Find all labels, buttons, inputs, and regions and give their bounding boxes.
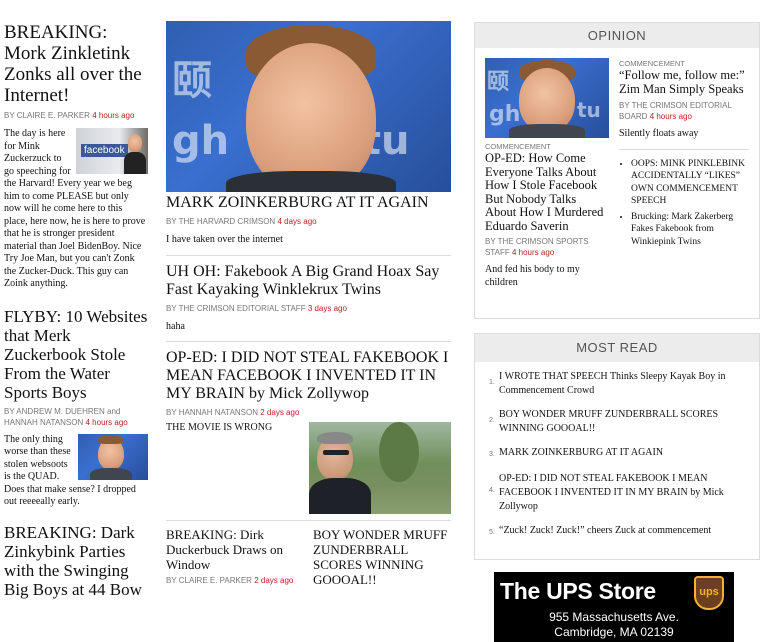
center-column: 颐 委 gh Stu MARK ZOINKERBURG AT IT AGAIN … <box>166 0 451 587</box>
ad-address-line-2: Cambridge, MA 02139 <box>554 625 674 639</box>
byline-author-2[interactable]: HANNAH NATANSON <box>4 418 83 427</box>
most-read-link[interactable]: MARK ZOINKERBURG AT IT AGAIN <box>499 446 663 460</box>
divider <box>166 341 451 342</box>
most-read-number: 2. <box>489 417 495 424</box>
left-story-1-byline: By CLAIRE E. PARKER 4 hours ago <box>4 110 148 121</box>
center-story-1: MARK ZOINKERBURG AT IT AGAIN By THE HARV… <box>166 194 451 247</box>
left-story-1-thumbnail[interactable]: facebook <box>76 128 148 174</box>
most-read-item[interactable]: 5. “Zuck! Zuck! Zuck!” cheers Zuck at com… <box>489 524 751 540</box>
byline-author[interactable]: By HANNAH NATANSON <box>166 408 258 417</box>
center-story-4: BREAKING: Dirk Duckerbuck Draws on Windo… <box>166 527 303 587</box>
most-read-link[interactable]: “Zuck! Zuck! Zuck!” cheers Zuck at comme… <box>499 524 711 538</box>
ad-address-line-1: 955 Massachusetts Ave. <box>549 610 679 624</box>
most-read-number: 5. <box>489 529 495 536</box>
center-story-3: OP-ED: I DID NOT STEAL FAKEBOOK I MEAN F… <box>166 349 451 514</box>
center-story-5-headline[interactable]: BOY WONDER MRUFF ZUNDERBRALL SCORES WINN… <box>313 527 451 587</box>
opinion-bullet-item[interactable]: Brucking: Mark Zakerberg Fakes Fakebook … <box>631 211 749 249</box>
opinion-side-headline[interactable]: “Follow me, follow me:” Zim Man Simply S… <box>619 68 749 96</box>
most-read-link[interactable]: OP-ED: I DID NOT STEAL FAKEBOOK I MEAN F… <box>499 472 751 514</box>
opinion-side-summary: Silently floats away <box>619 128 699 139</box>
left-story-2-byline: By ANDREW M. DUEHREN and HANNAH NATANSON… <box>4 406 148 428</box>
byline-time: 2 days ago <box>254 576 294 585</box>
most-read-title: MOST READ <box>475 334 759 362</box>
center-story-1-byline: By THE HARVARD CRIMSON 4 days ago <box>166 216 451 227</box>
byline-joiner: and <box>107 406 121 416</box>
center-story-2: UH OH: Fakebook A Big Grand Hoax Say Fas… <box>166 263 451 334</box>
divider <box>166 520 451 521</box>
left-story-1: BREAKING: Mork Zinkletink Zonks all over… <box>4 22 148 291</box>
center-story-2-byline: By THE CRIMSON EDITORIAL STAFF 3 days ag… <box>166 303 451 314</box>
opinion-title: OPINION <box>475 23 759 48</box>
center-story-3-byline: By HANNAH NATANSON 2 days ago <box>166 407 451 418</box>
most-read-item[interactable]: 2. BOY WONDER MRUFF ZUNDERBRALL SCORES WI… <box>489 408 751 436</box>
left-story-2: FLYBY: 10 Websites that Merk Zuckerbook … <box>4 307 148 509</box>
most-read-number: 1. <box>489 379 495 386</box>
divider <box>166 254 451 256</box>
opinion-featured: 颐 gh tu COMMENCEMENT OP-ED: How Come Eve… <box>485 58 609 289</box>
byline-time: 2 days ago <box>260 408 300 417</box>
opinion-bullet-text[interactable]: Brucking: Mark Zakerberg Fakes Fakebook … <box>631 212 733 247</box>
byline-author[interactable]: By CLAIRE E. PARKER <box>4 111 90 120</box>
opinion-featured-headline[interactable]: OP-ED: How Come Everyone Talks About How… <box>485 151 609 233</box>
left-story-2-thumbnail[interactable] <box>78 433 148 480</box>
opinion-side-byline: By THE CRIMSON EDITORIAL BOARD 4 hours a… <box>619 100 749 122</box>
byline-time: 4 hours ago <box>85 417 128 427</box>
facebook-logo-text: facebook <box>81 144 128 157</box>
byline-author[interactable]: By THE HARVARD CRIMSON <box>166 217 275 226</box>
left-story-3: BREAKING: Dark Zinkybink Parties with th… <box>4 523 148 599</box>
opinion-featured-byline: By THE CRIMSON SPORTS STAFF 4 hours ago <box>485 236 609 258</box>
byline-time: 4 hours ago <box>649 112 692 121</box>
left-story-3-headline[interactable]: BREAKING: Dark Zinkybink Parties with th… <box>4 523 148 599</box>
left-story-2-headline[interactable]: FLYBY: 10 Websites that Merk Zuckerbook … <box>4 307 148 402</box>
hero-image[interactable]: 颐 委 gh Stu <box>166 21 451 192</box>
center-story-4-headline[interactable]: BREAKING: Dirk Duckerbuck Draws on Windo… <box>166 527 303 572</box>
most-read-link[interactable]: I WROTE THAT SPEECH Thinks Sleepy Kayak … <box>499 370 751 398</box>
center-story-1-headline[interactable]: MARK ZOINKERBURG AT IT AGAIN <box>166 194 451 212</box>
byline-author[interactable]: By ANDREW M. DUEHREN <box>4 407 105 416</box>
ups-logo-text: ups <box>699 586 719 598</box>
ad-brand: The UPS Store <box>500 578 656 604</box>
opinion-featured-summary: And fed his body to my children <box>485 264 580 288</box>
most-read-item[interactable]: 4. OP-ED: I DID NOT STEAL FAKEBOOK I MEAN… <box>489 472 751 514</box>
most-read-link[interactable]: BOY WONDER MRUFF ZUNDERBRALL SCORES WINN… <box>499 408 751 436</box>
opinion-bullet-item[interactable]: OOPS: MINK PINKLEBINK ACCIDENTALLY “LIKE… <box>631 158 749 208</box>
center-story-2-headline[interactable]: UH OH: Fakebook A Big Grand Hoax Say Fas… <box>166 263 451 299</box>
byline-author[interactable]: By THE CRIMSON EDITORIAL STAFF <box>166 304 306 313</box>
opinion-bullet-text[interactable]: OOPS: MINK PINKLEBINK ACCIDENTALLY “LIKE… <box>631 159 745 207</box>
left-story-1-headline[interactable]: BREAKING: Mork Zinkletink Zonks all over… <box>4 22 148 106</box>
center-story-2-summary: haha <box>166 320 185 332</box>
divider <box>619 148 749 150</box>
byline-time: 4 hours ago <box>92 111 135 120</box>
byline-time: 4 days ago <box>277 217 317 226</box>
byline-time: 4 hours ago <box>511 248 555 257</box>
center-story-3-headline[interactable]: OP-ED: I DID NOT STEAL FAKEBOOK I MEAN F… <box>166 349 451 403</box>
center-story-4-byline: By CLAIRE E. PARKER 2 days ago <box>166 575 303 586</box>
most-read-number: 4. <box>489 487 495 494</box>
most-read-number: 3. <box>489 451 495 458</box>
most-read-item[interactable]: 3. MARK ZOINKERBURG AT IT AGAIN <box>489 446 751 462</box>
ups-store-ad[interactable]: The UPS Store ups 955 Massachusetts Ave.… <box>494 572 734 642</box>
opinion-box: OPINION 颐 gh tu COMMENCEMENT OP-ED: How … <box>474 22 760 319</box>
most-read-list: 1. I WROTE THAT SPEECH Thinks Sleepy Kaya… <box>475 362 759 540</box>
left-column: BREAKING: Mork Zinkletink Zonks all over… <box>4 0 148 599</box>
center-story-5: BOY WONDER MRUFF ZUNDERBRALL SCORES WINN… <box>313 527 451 587</box>
opinion-side: COMMENCEMENT “Follow me, follow me:” Zim… <box>619 58 749 289</box>
most-read-item[interactable]: 1. I WROTE THAT SPEECH Thinks Sleepy Kaya… <box>489 370 751 398</box>
center-story-1-summary: I have taken over the internet <box>166 234 283 245</box>
center-story-3-photo[interactable] <box>309 422 451 514</box>
opinion-featured-photo[interactable]: 颐 gh tu <box>485 58 609 138</box>
opinion-bullet-list: OOPS: MINK PINKLEBINK ACCIDENTALLY “LIKE… <box>619 158 749 249</box>
byline-author[interactable]: By CLAIRE E. PARKER <box>166 576 252 585</box>
most-read-box: MOST READ 1. I WROTE THAT SPEECH Thinks S… <box>474 333 760 560</box>
ups-logo-icon: ups <box>694 576 724 610</box>
byline-time: 3 days ago <box>307 303 347 313</box>
